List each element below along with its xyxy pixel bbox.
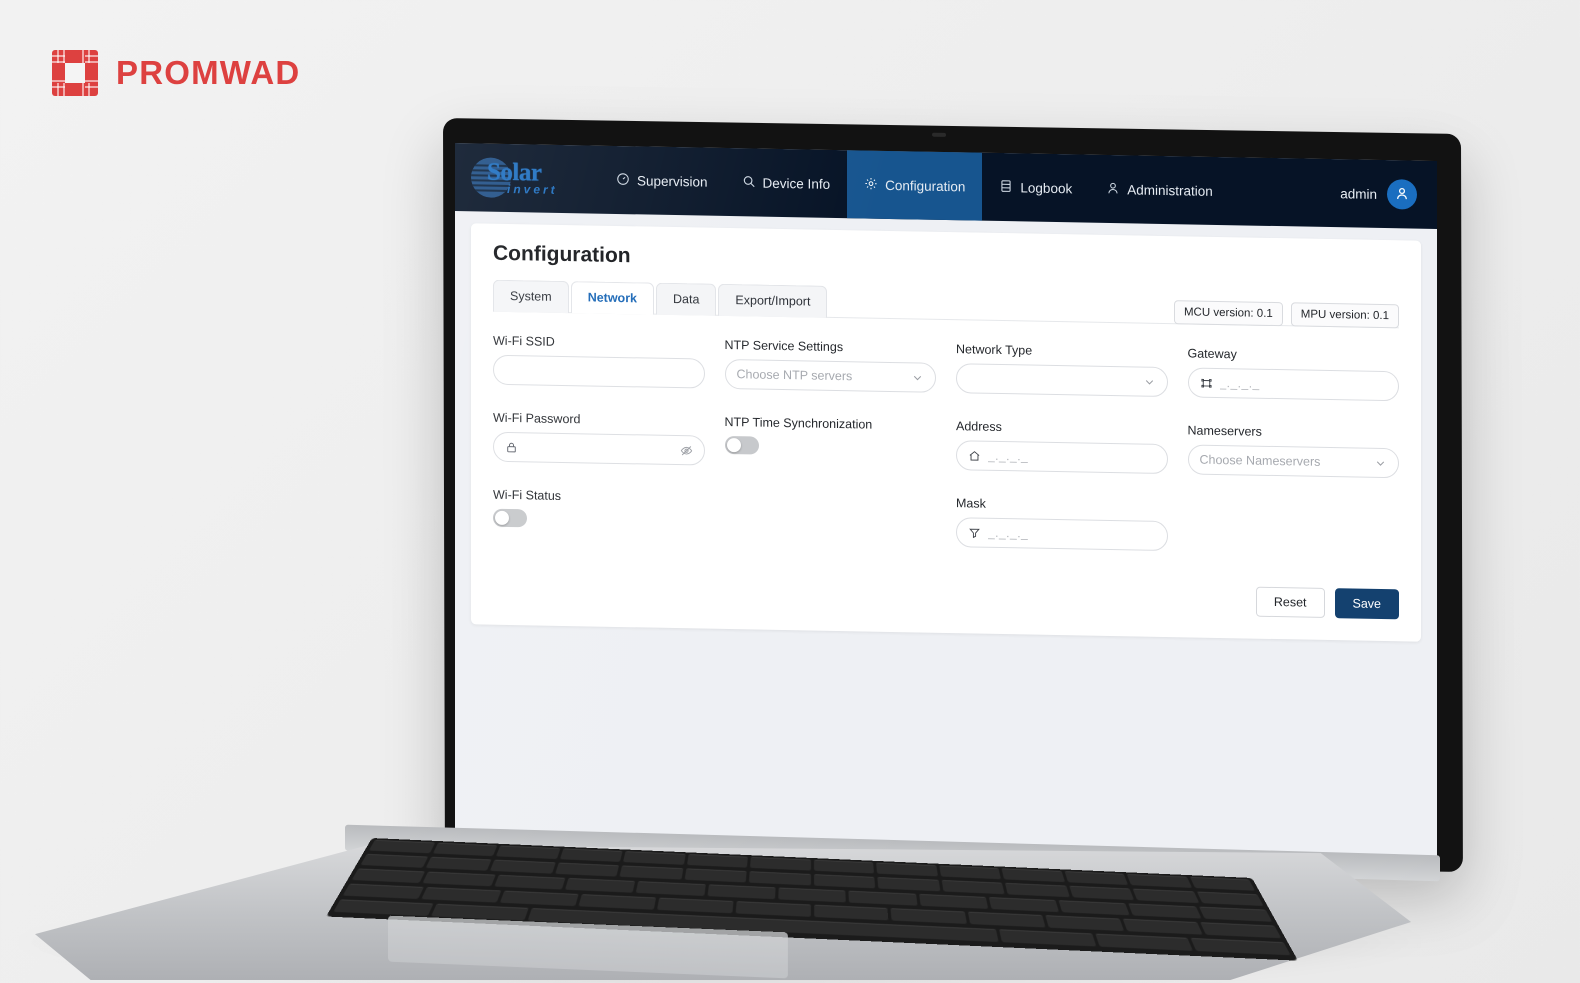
- promwad-logo: PROMWAD: [52, 50, 300, 96]
- webcam-notch: [931, 132, 946, 137]
- chip-icon: [52, 50, 98, 96]
- laptop-mockup: Solar invert Supervision: [0, 0, 1580, 983]
- screen-glare: [455, 143, 1437, 861]
- promwad-wordmark: PROMWAD: [116, 54, 301, 91]
